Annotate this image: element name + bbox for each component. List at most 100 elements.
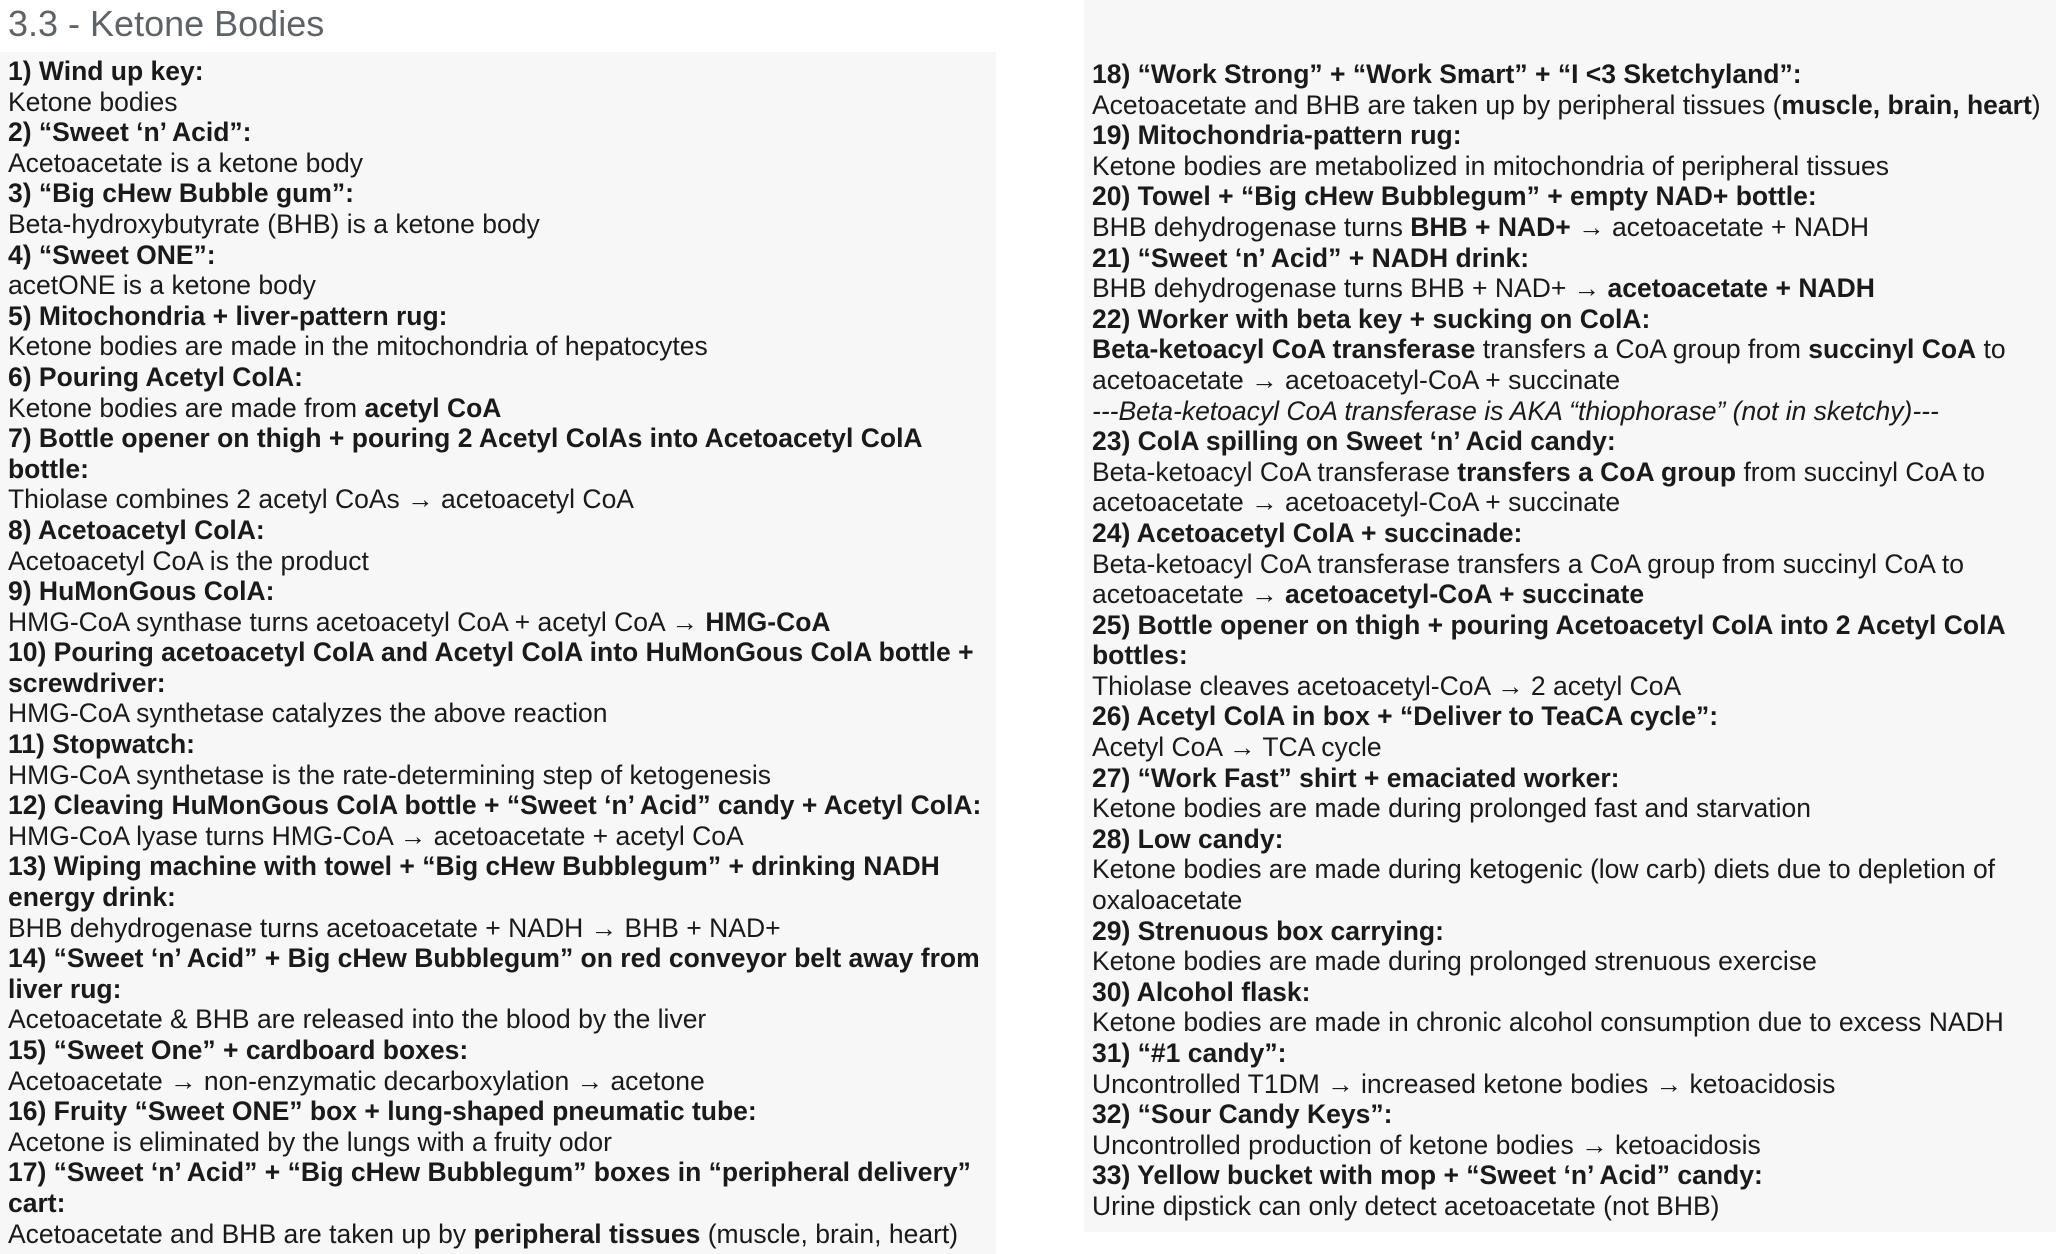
note-item: 1) Wind up key: Ketone bodies (8, 56, 996, 117)
note-body-text: Acetoacetyl CoA is the product (8, 545, 369, 576)
note-body-text: Acetyl CoA → TCA cycle (1092, 732, 1382, 763)
note-heading: 18) “Work Strong” + “Work Smart” + “I <3… (1092, 59, 1802, 89)
note-body: Acetoacetyl CoA is the product (8, 546, 996, 577)
note-body-text: HMG-CoA synthetase catalyzes the above r… (8, 698, 608, 729)
note-body-text: Thiolase combines 2 acetyl CoAs → acetoa… (8, 484, 634, 515)
note-heading: 5) Mitochondria + liver-pattern rug: (8, 300, 448, 331)
note-body-text: BHB dehydrogenase turns acetoacetate + N… (8, 912, 781, 943)
note-heading: 4) “Sweet ONE”: (8, 239, 216, 270)
note-item: 32) “Sour Candy Keys”: Uncontrolled produ… (1092, 1099, 2056, 1160)
note-item: 17) “Sweet ‘n’ Acid” + “Big cHew Bubbleg… (8, 1157, 996, 1249)
note-body: acetONE is a ketone body (8, 270, 996, 301)
note-body: Acetoacetate and BHB are taken up by per… (8, 1219, 996, 1250)
note-item: 11) Stopwatch: HMG-CoA synthetase is the … (8, 729, 996, 790)
note-item: 16) Fruity “Sweet ONE” box + lung-shaped… (8, 1096, 996, 1157)
note-item: 9) HuMonGous ColA: HMG-CoA synthase turns… (8, 576, 996, 637)
note-heading: 27) “Work Fast” shirt + emaciated worker… (1092, 762, 1620, 793)
note-body: Ketone bodies are made during prolonged … (1092, 793, 2056, 824)
note-body: Ketone bodies (8, 87, 996, 118)
note-item: 19) Mitochondria-pattern rug: Ketone bodi… (1092, 120, 2056, 181)
note-body: Beta-ketoacyl CoA transferase transfers … (1092, 334, 2056, 395)
note-body-text: → acetoacetate + NADH (1570, 211, 1869, 242)
note-body: Acetone is eliminated by the lungs with … (8, 1127, 996, 1158)
note-body: Thiolase cleaves acetoacetyl-CoA → 2 ace… (1092, 671, 2056, 702)
note-item: 2) “Sweet ‘n’ Acid”: Acetoacetate is a ke… (8, 117, 996, 178)
note-body: HMG-CoA synthase turns acetoacetyl CoA +… (8, 607, 996, 638)
note-body: Ketone bodies are made in chronic alcoho… (1092, 1007, 2056, 1038)
note-body: HMG-CoA synthetase catalyzes the above r… (8, 698, 996, 729)
note-heading: 31) “#1 candy”: (1092, 1038, 1287, 1068)
note-heading: 24) Acetoacetyl ColA + succinade: (1092, 517, 1523, 548)
note-item: 29) Strenuous box carrying: Ketone bodies… (1092, 916, 2056, 977)
note-body-emphasis: acetyl CoA (364, 392, 502, 423)
note-body-text: HMG-CoA lyase turns HMG-CoA → acetoaceta… (8, 820, 744, 851)
note-item: 22) Worker with beta key + sucking on Co… (1092, 304, 2056, 426)
note-body: Beta-ketoacyl CoA transferase transfers … (1092, 549, 2056, 610)
note-item: 12) Cleaving HuMonGous ColA bottle + “Sw… (8, 790, 996, 851)
note-item: 25) Bottle opener on thigh + pouring Ace… (1092, 610, 2056, 702)
note-body: BHB dehydrogenase turns acetoacetate + N… (8, 913, 996, 944)
note-body-emphasis: transfers a CoA group (1457, 456, 1737, 487)
note-body-emphasis: succinyl CoA (1808, 334, 1977, 365)
note-body-text: Ketone bodies are made from (8, 392, 365, 423)
note-heading: 17) “Sweet ‘n’ Acid” + “Big cHew Bubbleg… (8, 1157, 971, 1218)
note-body-emphasis: acetoacetate + NADH (1607, 273, 1875, 304)
note-heading: 26) Acetyl ColA in box + “Deliver to Tea… (1092, 701, 1719, 732)
note-item: 20) Towel + “Big cHew Bubblegum” + empty… (1092, 181, 2056, 242)
note-item: 5) Mitochondria + liver-pattern rug: Keto… (8, 301, 996, 362)
note-item: 33) Yellow bucket with mop + “Sweet ‘n’ … (1092, 1160, 2056, 1221)
note-body: Acetyl CoA → TCA cycle (1092, 732, 2056, 763)
note-body: Ketone bodies are made during prolonged … (1092, 946, 2056, 977)
note-body-text: Acetoacetate and BHB are taken up by (8, 1218, 474, 1249)
note-body: Uncontrolled T1DM → increased ketone bod… (1092, 1069, 2056, 1100)
note-heading: 2) “Sweet ‘n’ Acid”: (8, 117, 252, 148)
note-item: 13) Wiping machine with towel + “Big cHe… (8, 851, 996, 943)
note-body-text: acetONE is a ketone body (8, 270, 316, 301)
note-body-text: Ketone bodies are made during ketogenic … (1092, 854, 1996, 916)
note-body-text: HMG-CoA synthase turns acetoacetyl CoA +… (8, 606, 706, 637)
note-body-text: Acetoacetate is a ketone body (8, 147, 364, 178)
note-body-text: Acetone is eliminated by the lungs with … (8, 1126, 612, 1157)
note-body-text: Acetoacetate → non-enzymatic decarboxyla… (8, 1065, 705, 1096)
note-item: 23) ColA spilling on Sweet ‘n’ Acid cand… (1092, 426, 2056, 518)
note-body-text: Ketone bodies (8, 86, 178, 117)
note-heading: 16) Fruity “Sweet ONE” box + lung-shaped… (8, 1096, 757, 1127)
note-body-text: Acetoacetate and BHB are taken up by per… (1092, 89, 1782, 120)
note-body-emphasis: muscle, brain, heart (1781, 89, 2032, 120)
note-body-text: BHB dehydrogenase turns BHB + NAD+ → (1092, 273, 1608, 304)
note-item: 6) Pouring Acetyl ColA: Ketone bodies are… (8, 362, 996, 423)
note-body-text: BHB dehydrogenase turns (1092, 211, 1411, 242)
note-item: 14) “Sweet ‘n’ Acid” + Big cHew Bubblegu… (8, 943, 996, 1035)
note-heading: 22) Worker with beta key + sucking on Co… (1092, 303, 1651, 334)
note-body: Urine dipstick can only detect acetoacet… (1092, 1191, 2056, 1222)
note-body-text: Ketone bodies are made during prolonged … (1092, 793, 1811, 824)
note-body-text: Beta-hydroxybutyrate (BHB) is a ketone b… (8, 208, 540, 239)
note-body: Uncontrolled production of ketone bodies… (1092, 1130, 2056, 1161)
note-heading: 32) “Sour Candy Keys”: (1092, 1099, 1393, 1130)
note-item: 15) “Sweet One” + cardboard boxes: Acetoa… (8, 1035, 996, 1096)
note-body: Acetoacetate is a ketone body (8, 148, 996, 179)
note-heading: 15) “Sweet One” + cardboard boxes: (8, 1035, 469, 1065)
note-body: Ketone bodies are metabolized in mitocho… (1092, 151, 2056, 182)
note-body: Ketone bodies are made during ketogenic … (1092, 854, 2056, 915)
note-heading: 13) Wiping machine with towel + “Big cHe… (8, 851, 940, 913)
note-body: Thiolase combines 2 acetyl CoAs → acetoa… (8, 484, 996, 515)
note-body-text: Ketone bodies are metabolized in mitocho… (1092, 150, 1889, 181)
note-body-aside: ---Beta-ketoacyl CoA transferase is AKA … (1092, 395, 1939, 426)
note-body-text: Acetoacetate & BHB are released into the… (8, 1004, 707, 1035)
note-heading: 1) Wind up key: (8, 56, 204, 86)
note-body-text: Uncontrolled T1DM → increased ketone bod… (1092, 1068, 1836, 1099)
note-heading: 30) Alcohol flask: (1092, 976, 1311, 1007)
note-heading: 6) Pouring Acetyl ColA: (8, 361, 303, 392)
note-heading: 23) ColA spilling on Sweet ‘n’ Acid cand… (1092, 426, 1616, 457)
note-heading: 3) “Big cHew Bubble gum”: (8, 178, 354, 209)
note-heading: 19) Mitochondria-pattern rug: (1092, 120, 1462, 151)
note-body-text: Ketone bodies are made in the mitochondr… (8, 331, 708, 362)
note-item: 7) Bottle opener on thigh + pouring 2 Ac… (8, 423, 996, 515)
note-body: HMG-CoA synthetase is the rate-determini… (8, 760, 996, 791)
notes-right-column: 18) “Work Strong” + “Work Smart” + “I <3… (1084, 0, 2056, 1232)
note-heading: 21) “Sweet ‘n’ Acid” + NADH drink: (1092, 242, 1530, 273)
note-body-emphasis: HMG-CoA (705, 606, 831, 637)
note-item: 18) “Work Strong” + “Work Smart” + “I <3… (1092, 59, 2056, 120)
note-body-text: Beta-ketoacyl CoA transferase (1092, 456, 1458, 487)
